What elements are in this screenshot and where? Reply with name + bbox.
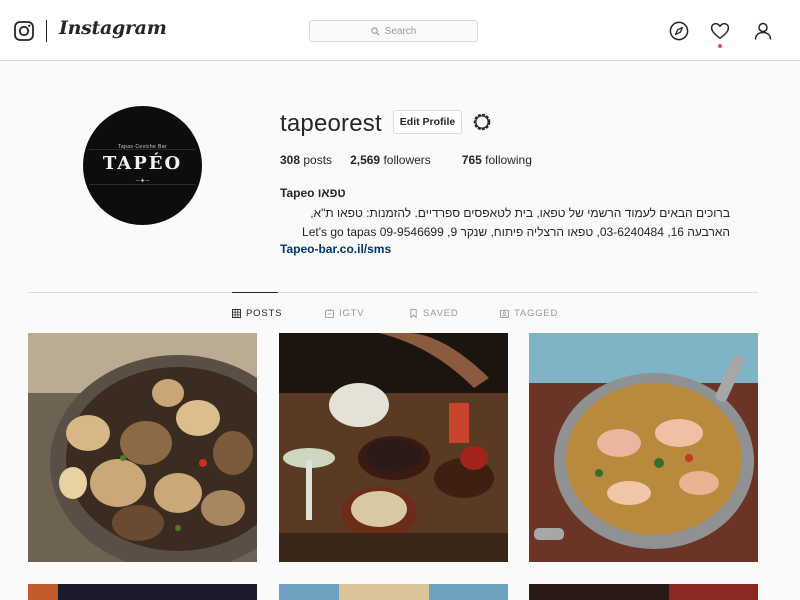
following-count: 765 xyxy=(461,153,482,167)
instagram-camera-icon[interactable] xyxy=(14,21,34,41)
avatar-logo-title: TAPÉO xyxy=(102,153,183,174)
following-label: following xyxy=(485,153,532,167)
profile-username: tapeorest xyxy=(280,110,382,137)
profile-avatar[interactable]: Tapas·Ceviche Bar TAPÉO ~✦~ xyxy=(83,106,202,225)
tab-posts[interactable]: POSTS xyxy=(232,305,282,321)
posts-count: 308 xyxy=(280,153,301,167)
search-placeholder: Search xyxy=(384,25,417,37)
tab-igtv-label: IGTV xyxy=(339,307,365,319)
post-thumbnail[interactable] xyxy=(529,333,758,562)
logo-divider xyxy=(46,20,47,42)
search-icon xyxy=(371,26,380,35)
grid-icon xyxy=(232,308,241,318)
user-icon xyxy=(754,22,772,40)
post-image xyxy=(529,584,758,600)
bio-line: הארבעה 16, 03-6240484, טפאו הרצליה פיתוח… xyxy=(302,225,730,239)
bookmark-icon xyxy=(410,308,417,318)
avatar-logo-subtitle: Tapas·Ceviche Bar xyxy=(117,144,168,150)
bio-line: ברוכים הבאים לעמוד הרשמי של טפאו, בית לט… xyxy=(310,206,730,220)
tab-saved[interactable]: SAVED xyxy=(409,305,459,321)
profile-button[interactable] xyxy=(752,20,774,42)
post-image xyxy=(28,584,257,600)
tab-posts-label: POSTS xyxy=(246,307,283,319)
tapas-table-image xyxy=(279,333,508,562)
active-tab-indicator xyxy=(232,292,278,293)
post-thumbnail[interactable] xyxy=(279,333,508,562)
tv-icon xyxy=(325,308,334,318)
tab-saved-label: SAVED xyxy=(423,307,459,319)
post-thumbnail[interactable] xyxy=(28,584,257,600)
tab-tagged[interactable]: TAGGED xyxy=(500,305,558,321)
post-image xyxy=(279,584,508,600)
followers-label: followers xyxy=(383,153,431,167)
profile-stats: 308 posts 2,569 followers 765 following xyxy=(280,153,550,167)
explore-button[interactable] xyxy=(668,20,690,42)
followers-count-stat[interactable]: 2,569 followers xyxy=(350,153,431,167)
edit-profile-button[interactable]: Edit Profile xyxy=(393,110,462,134)
profile-bio: ברוכים הבאים לעמוד הרשמי של טפאו, בית לט… xyxy=(280,204,730,242)
activity-button[interactable] xyxy=(709,20,731,42)
search-input[interactable]: Search xyxy=(309,20,478,42)
posts-label: posts xyxy=(303,153,333,167)
tab-igtv[interactable]: IGTV xyxy=(325,305,364,321)
following-count-stat[interactable]: 765 following xyxy=(462,153,532,167)
post-thumbnail[interactable] xyxy=(279,584,508,600)
mushroom-dish-image xyxy=(28,333,257,562)
followers-count: 2,569 xyxy=(350,153,381,167)
profile-website-link[interactable]: Tapeo-bar.co.il/sms xyxy=(280,242,391,256)
settings-gear-icon[interactable] xyxy=(471,111,493,133)
posts-count-stat[interactable]: 308 posts xyxy=(280,153,332,167)
notification-dot xyxy=(718,44,722,48)
avatar-flourish-icon: ~✦~ xyxy=(135,178,150,185)
tabs-divider xyxy=(28,292,758,293)
compass-icon xyxy=(669,21,689,41)
post-thumbnail[interactable] xyxy=(28,333,257,562)
heart-icon xyxy=(710,22,730,39)
instagram-wordmark[interactable]: Instagram xyxy=(59,17,167,39)
profile-full-name: Tapeo טפאו xyxy=(280,186,346,200)
tag-icon xyxy=(500,309,509,318)
paella-image xyxy=(529,333,758,562)
tab-tagged-label: TAGGED xyxy=(514,307,559,319)
post-thumbnail[interactable] xyxy=(529,584,758,600)
top-navigation-bar: Instagram Search xyxy=(0,0,800,61)
